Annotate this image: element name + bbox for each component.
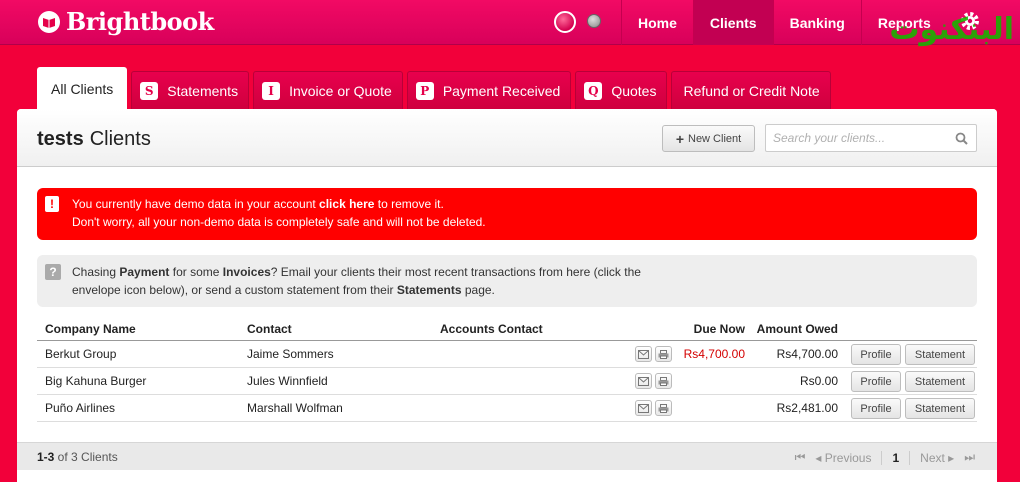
tip-text: ? Email your clients their most recent t… [270,265,641,279]
column-contact[interactable]: Contact [247,322,292,336]
app-name: Brightbook [66,7,214,36]
profile-button[interactable]: Profile [851,344,901,365]
tip-text: envelope icon below), or send a custom s… [72,283,397,297]
amount-owed-value: Rs2,481.00 [776,401,838,415]
book-icon [38,10,60,33]
pagination: ⏮ ◂ Previous 1 Next ▸ ⏭ [795,450,975,465]
table-row: Puño Airlines Marshall Wolfman Rs2,481.0… [37,395,977,422]
pager-divider [881,450,883,465]
quote-icon: Q [584,81,603,100]
status-indicator-idle[interactable] [587,14,601,28]
company-name[interactable]: Big Kahuna Burger [45,374,146,388]
tab-refund-or-credit-note[interactable]: Refund or Credit Note [671,71,831,109]
envelope-icon[interactable] [635,346,652,362]
tip-line-1: Chasing Payment for some Invoices? Email… [72,265,641,279]
nav-clients[interactable]: Clients [692,0,773,45]
tab-label: All Clients [51,80,114,97]
statement-icon: S [140,81,159,100]
alert-text: to remove it. [374,197,444,211]
status-indicator-active[interactable] [554,11,576,33]
payment-icon: P [415,81,434,100]
table-header: Company Name Contact Accounts Contact Du… [37,319,977,341]
column-accounts-contact[interactable]: Accounts Contact [440,322,543,336]
column-company-name[interactable]: Company Name [45,322,136,336]
profile-button[interactable]: Profile [851,371,901,392]
tab-statements[interactable]: S Statements [131,71,250,109]
table-footer: 1-3 of 3 Clients ⏮ ◂ Previous 1 Next ▸ ⏭ [17,442,997,470]
print-icon[interactable] [655,346,672,362]
panel-header: tests Clients + New Client [17,109,997,167]
print-icon[interactable] [655,400,672,416]
clients-table: Company Name Contact Accounts Contact Du… [37,319,977,422]
alert-icon: ! [45,196,59,212]
tip-text: for some [169,265,223,279]
alert-text: You currently have demo data in your acc… [72,197,320,211]
previous-page-button[interactable]: ◂ Previous [815,451,871,465]
pager-divider [909,450,911,465]
nav-home[interactable]: Home [621,0,693,45]
search-icon[interactable] [955,132,968,145]
table-row: Big Kahuna Burger Jules Winnfield Rs0.00… [37,368,977,395]
tab-label: Refund or Credit Note [683,82,820,99]
company-name[interactable]: Berkut Group [45,347,116,361]
tab-all-clients[interactable]: All Clients [37,67,128,109]
last-page-icon[interactable]: ⏭ [964,450,975,465]
plus-icon: + [675,130,684,147]
alert-line-2: Don't worry, all your non-demo data is c… [72,215,486,229]
statements-link[interactable]: Statements [397,283,462,297]
statement-button[interactable]: Statement [905,344,975,365]
due-now-value: Rs4,700.00 [683,347,745,361]
envelope-icon[interactable] [635,400,652,416]
remove-demo-link[interactable]: click here [319,197,374,211]
tab-label: Statements [167,82,239,99]
print-icon[interactable] [655,373,672,389]
record-total: of 3 Clients [54,450,118,464]
tab-invoice-or-quote[interactable]: I Invoice or Quote [253,71,403,109]
contact-name: Jules Winnfield [247,374,328,388]
tip-box: ? Chasing Payment for some Invoices? Ema… [37,255,977,307]
tab-payment-received[interactable]: P Payment Received [406,71,572,109]
tip-text-bold: Payment [119,265,170,279]
page-title: tests Clients [37,128,151,151]
amount-owed-value: Rs0.00 [799,374,838,388]
question-icon: ? [45,264,61,280]
amount-owed-value: Rs4,700.00 [776,347,838,361]
contact-name: Marshall Wolfman [247,401,343,415]
page-title-text: Clients [89,128,151,150]
tab-label: Invoice or Quote [289,82,392,99]
invoice-icon: I [262,81,281,100]
tab-label: Payment Received [442,82,561,99]
table-row: Berkut Group Jaime Sommers Rs4,700.00 Rs… [37,341,977,368]
record-range: 1-3 [37,450,55,464]
client-tabs: All Clients S Statements I Invoice or Qu… [37,67,831,109]
contact-name: Jaime Sommers [247,347,334,361]
record-count: 1-3 of 3 Clients [37,450,118,464]
tip-text: page. [461,283,495,297]
new-client-label: New Client [688,132,742,145]
tip-text: Chasing [72,265,120,279]
tab-quotes[interactable]: Q Quotes [575,71,668,109]
account-name: tests [37,128,84,150]
demo-data-alert: ! You currently have demo data in your a… [37,188,977,240]
clients-panel: testsClients + New Client ! You currentl… [17,109,997,482]
column-due-now[interactable]: Due Now [694,322,745,336]
search-input[interactable] [766,125,946,151]
alert-line-1: You currently have demo data in your acc… [72,197,444,211]
watermark-logo: البنكنوت [889,12,1014,47]
statement-button[interactable]: Statement [905,398,975,419]
current-page[interactable]: 1 [892,451,899,465]
envelope-icon[interactable] [635,373,652,389]
statement-button[interactable]: Statement [905,371,975,392]
new-client-button[interactable]: + New Client [662,125,755,152]
company-name[interactable]: Puño Airlines [45,401,115,415]
profile-button[interactable]: Profile [851,398,901,419]
first-page-icon[interactable]: ⏮ [795,450,806,465]
tip-text-bold: Invoices [222,265,271,279]
app-logo[interactable]: Brightbook [38,7,214,36]
tip-line-2: envelope icon below), or send a custom s… [72,283,495,297]
column-amount-owed[interactable]: Amount Owed [757,322,838,336]
search-box[interactable] [765,124,977,152]
next-page-button[interactable]: Next ▸ [920,451,954,465]
tab-label: Quotes [611,82,657,99]
